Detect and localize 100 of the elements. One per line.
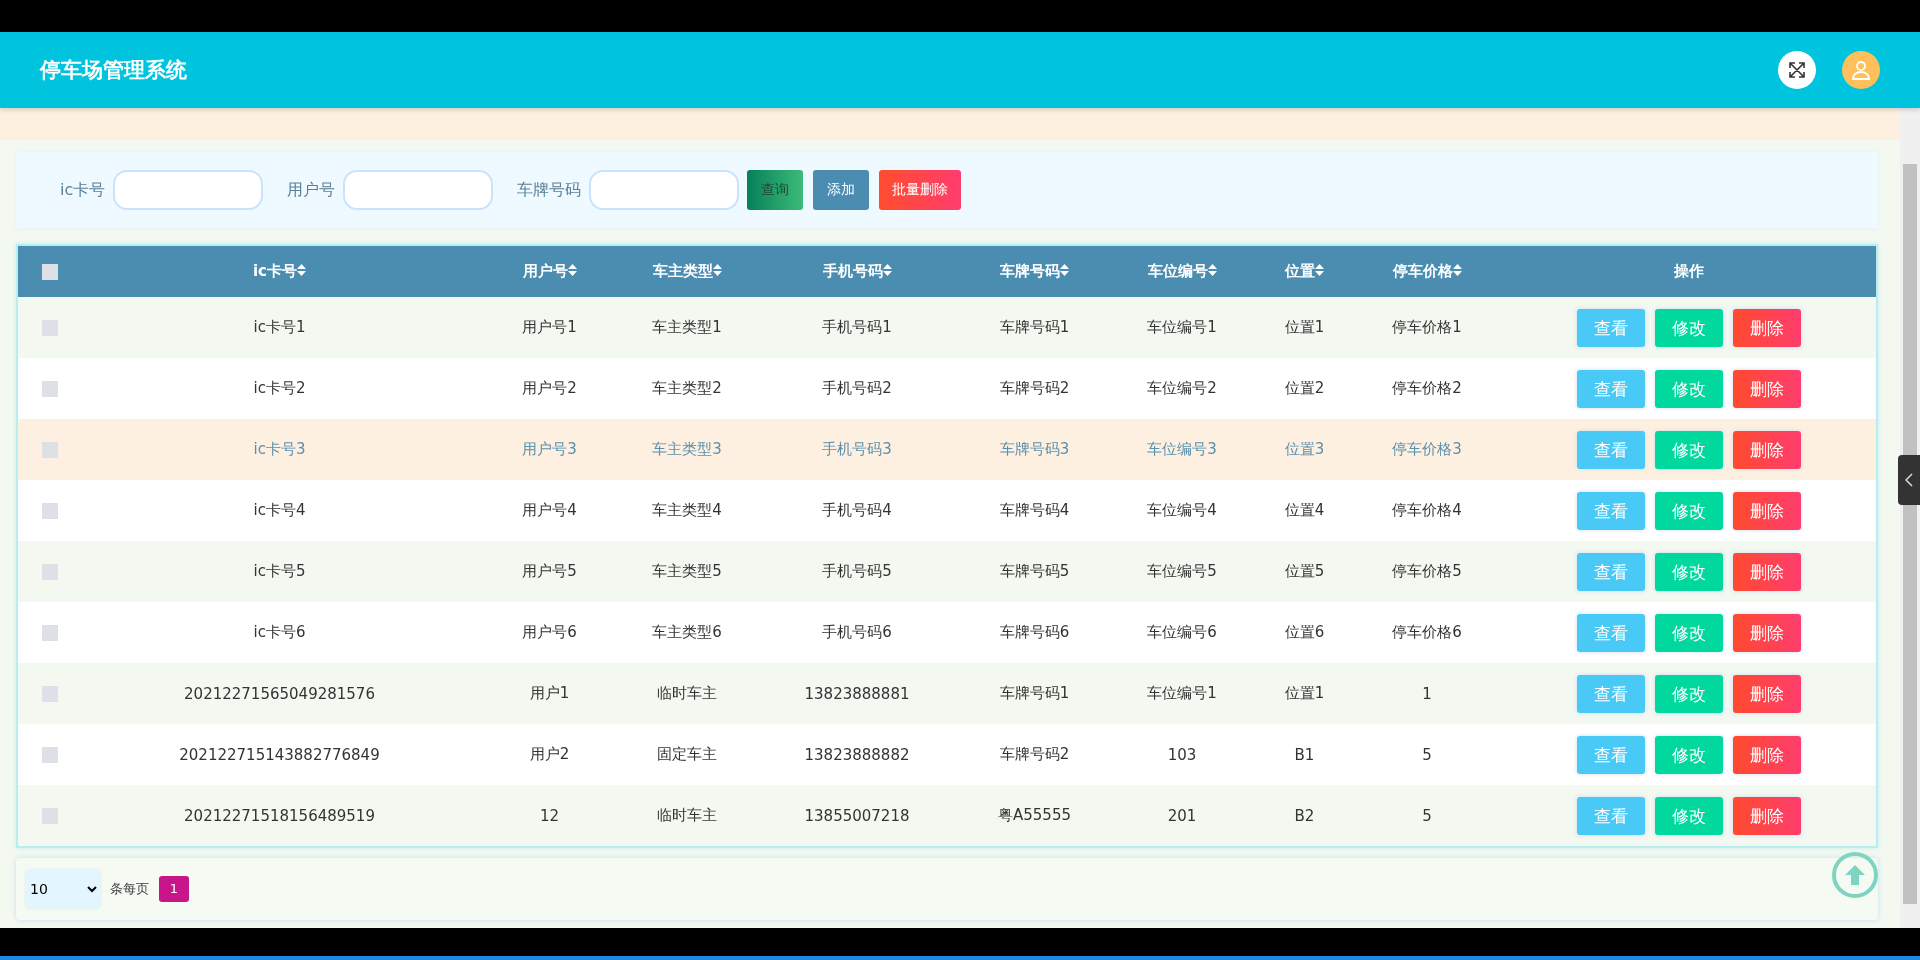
page-size-select[interactable]: 10 <box>26 870 100 908</box>
column-header[interactable]: 位置 <box>1285 262 1315 280</box>
view-button[interactable]: 查看 <box>1577 613 1645 652</box>
table-cell: 手机号码5 <box>752 541 962 602</box>
delete-button[interactable]: 删除 <box>1733 308 1801 347</box>
view-button[interactable]: 查看 <box>1577 735 1645 774</box>
field-label: 车牌号码 <box>517 179 582 201</box>
back-to-top-button[interactable] <box>1832 852 1878 898</box>
edit-button[interactable]: 修改 <box>1655 552 1723 591</box>
per-page-label: 条每页 <box>110 880 149 898</box>
bulk-delete-button[interactable]: 批量删除 <box>879 170 962 210</box>
view-button[interactable]: 查看 <box>1577 430 1645 469</box>
fullscreen-button[interactable] <box>1778 51 1816 89</box>
search-field[interactable] <box>589 170 740 210</box>
table-cell: ic卡号4 <box>82 480 477 541</box>
table-cell: 13823888881 <box>752 663 962 724</box>
checkbox[interactable] <box>42 747 58 763</box>
view-button[interactable]: 查看 <box>1577 552 1645 591</box>
checkbox[interactable] <box>42 381 58 397</box>
view-button[interactable]: 查看 <box>1577 674 1645 713</box>
delete-button[interactable]: 删除 <box>1733 491 1801 530</box>
search-field[interactable] <box>343 170 494 210</box>
delete-button[interactable]: 删除 <box>1733 735 1801 774</box>
add-button[interactable]: 添加 <box>813 170 870 210</box>
view-button[interactable]: 查看 <box>1577 308 1645 347</box>
edit-button[interactable]: 修改 <box>1655 369 1723 408</box>
app-title: 停车场管理系统 <box>40 57 188 84</box>
table-cell: 12 <box>477 785 622 846</box>
view-button[interactable]: 查看 <box>1577 491 1645 530</box>
column-header[interactable]: 车牌号码 <box>1000 262 1060 280</box>
table-cell: 位置1 <box>1257 663 1352 724</box>
table-cell: 13855007218 <box>752 785 962 846</box>
table-cell: 手机号码1 <box>752 297 962 358</box>
edit-button[interactable]: 修改 <box>1655 430 1723 469</box>
page-button[interactable]: 1 <box>159 876 189 902</box>
column-header[interactable]: ic卡号 <box>252 262 297 280</box>
view-button[interactable]: 查看 <box>1577 796 1645 835</box>
user-avatar-button[interactable] <box>1842 51 1880 89</box>
table-cell: 用户号4 <box>477 480 622 541</box>
table-cell: 车牌号码5 <box>962 541 1107 602</box>
table-cell: 车主类型1 <box>622 297 752 358</box>
checkbox[interactable] <box>42 503 58 519</box>
delete-button[interactable]: 删除 <box>1733 796 1801 835</box>
table-cell: ic卡号2 <box>82 358 477 419</box>
collapse-tab[interactable] <box>1898 455 1920 505</box>
sort-icon <box>712 264 722 276</box>
table-cell: 粤A55555 <box>962 785 1107 846</box>
table-cell: ic卡号1 <box>82 297 477 358</box>
table-cell: 车主类型2 <box>622 358 752 419</box>
edit-button[interactable]: 修改 <box>1655 613 1723 652</box>
sort-icon <box>1452 264 1462 276</box>
edit-button[interactable]: 修改 <box>1655 308 1723 347</box>
table-cell: 用户号3 <box>477 419 622 480</box>
table-cell: B1 <box>1257 724 1352 785</box>
checkbox[interactable] <box>42 564 58 580</box>
column-header[interactable]: 停车价格 <box>1392 262 1453 280</box>
search-field[interactable] <box>113 170 264 210</box>
edit-button[interactable]: 修改 <box>1655 491 1723 530</box>
delete-button[interactable]: 删除 <box>1733 552 1801 591</box>
edit-button[interactable]: 修改 <box>1655 796 1723 835</box>
view-button[interactable]: 查看 <box>1577 369 1645 408</box>
table-cell: 车牌号码2 <box>962 358 1107 419</box>
table-cell: 1 <box>1352 663 1502 724</box>
table-cell: 停车价格4 <box>1352 480 1502 541</box>
table-cell: 20212271518156489519 <box>82 785 477 846</box>
sort-icon <box>1060 264 1069 276</box>
column-header[interactable]: 车主类型 <box>652 262 713 280</box>
checkbox[interactable] <box>42 442 58 458</box>
table-cell: 车位编号1 <box>1107 297 1257 358</box>
field-label: ic卡号 <box>60 179 106 201</box>
delete-button[interactable]: 删除 <box>1733 369 1801 408</box>
checkbox[interactable] <box>42 686 58 702</box>
expand-icon <box>1788 61 1806 79</box>
scrollbar-thumb[interactable] <box>1903 164 1917 904</box>
checkbox[interactable] <box>42 808 58 824</box>
delete-button[interactable]: 删除 <box>1733 613 1801 652</box>
delete-button[interactable]: 删除 <box>1733 430 1801 469</box>
sort-icon <box>1207 264 1217 276</box>
column-header: 操作 <box>1674 262 1704 280</box>
checkbox[interactable] <box>42 264 58 280</box>
delete-button[interactable]: 删除 <box>1733 674 1801 713</box>
table-cell: 103 <box>1107 724 1257 785</box>
column-header[interactable]: 车位编号 <box>1147 262 1208 280</box>
edit-button[interactable]: 修改 <box>1655 735 1723 774</box>
edit-button[interactable]: 修改 <box>1655 674 1723 713</box>
table-cell: 位置5 <box>1257 541 1352 602</box>
column-header[interactable]: 用户号 <box>522 262 568 280</box>
checkbox[interactable] <box>42 320 58 336</box>
table-cell: 车牌号码6 <box>962 602 1107 663</box>
table-cell: 位置4 <box>1257 480 1352 541</box>
column-header[interactable]: 手机号码 <box>822 262 883 280</box>
search-button[interactable]: 查询 <box>747 170 804 210</box>
arrow-up-icon <box>1844 864 1866 886</box>
checkbox[interactable] <box>42 625 58 641</box>
table-cell: 车牌号码3 <box>962 419 1107 480</box>
table-cell: 停车价格3 <box>1352 419 1502 480</box>
field-label: 用户号 <box>287 179 336 201</box>
table-cell: 位置1 <box>1257 297 1352 358</box>
sort-icon <box>882 264 892 276</box>
table-cell: 用户1 <box>477 663 622 724</box>
